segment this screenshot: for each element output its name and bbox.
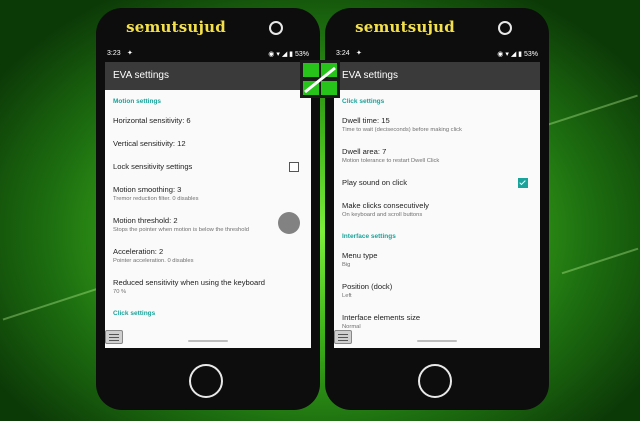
eye-icon: ◉ (497, 51, 504, 58)
gesture-bar (188, 340, 228, 342)
pref-lock-sensitivity[interactable]: Lock sensitivity settings (105, 155, 311, 178)
wifi-icon: ▾ (505, 51, 509, 58)
signal-icon: ◢ (281, 51, 288, 58)
twitter-icon: ✦ (356, 50, 362, 57)
status-right: ◉ ▾ ◢ ▮ 53% (268, 50, 309, 58)
lock-sensitivity-checkbox[interactable] (289, 161, 299, 172)
camera-icon (269, 21, 283, 35)
app-bar-title: EVA settings (105, 62, 311, 90)
battery-icon: ▮ (289, 51, 294, 58)
pref-title: Acceleration: 2 (113, 247, 164, 256)
home-button[interactable] (189, 364, 223, 398)
phone-right: semutsujud 3:24 ✦ ◉ ▾ ◢ ▮ 53% EVA settin… (325, 8, 549, 410)
settings-screen: EVA settings Motion settings Horizontal … (105, 62, 311, 348)
pref-make-clicks-consecutively[interactable]: Make clicks consecutively On keyboard an… (334, 194, 540, 225)
pref-title: Reduced sensitivity when using the keybo… (113, 278, 265, 287)
pointer-cursor-icon (278, 212, 300, 234)
background-streak (561, 247, 639, 275)
pref-play-sound-on-click[interactable]: Play sound on click (334, 171, 540, 194)
pref-summary: Left (342, 293, 352, 299)
pref-summary: Motion tolerance to restart Dwell Click (342, 158, 440, 164)
pref-summary: Time to wait (deciseconds) before making… (342, 127, 462, 133)
battery-percent: 53% (294, 51, 309, 58)
pref-title: Motion threshold: 2 (113, 216, 178, 225)
signal-icon: ◢ (510, 51, 517, 58)
home-button[interactable] (418, 364, 452, 398)
pref-summary: Stops the pointer when motion is below t… (113, 227, 249, 233)
background-streak (542, 94, 638, 128)
play-sound-checkbox[interactable] (518, 177, 528, 188)
pref-summary: Tremor reduction filter. 0 disables (113, 196, 199, 202)
pref-dwell-time[interactable]: Dwell time: 15 Time to wait (deciseconds… (334, 109, 540, 140)
pref-title: Vertical sensitivity: 12 (113, 139, 186, 148)
pref-title: Motion smoothing: 3 (113, 185, 182, 194)
status-right: ◉ ▾ ◢ ▮ 53% (497, 50, 538, 58)
pref-dwell-area[interactable]: Dwell area: 7 Motion tolerance to restar… (334, 140, 540, 171)
wifi-icon: ▾ (276, 51, 280, 58)
category-motion-settings: Motion settings (113, 98, 162, 105)
category-interface-settings: Interface settings (342, 233, 396, 240)
battery-icon: ▮ (518, 51, 523, 58)
pref-title: Position (dock) (342, 282, 393, 291)
pref-vertical-sensitivity[interactable]: Vertical sensitivity: 12 (105, 132, 311, 155)
pref-summary: Pointer acceleration. 0 disables (113, 258, 194, 264)
camera-icon (498, 21, 512, 35)
status-bar: 3:23 ✦ ◉ ▾ ◢ ▮ 53% (105, 46, 311, 62)
pref-title: Menu type (342, 251, 378, 260)
pref-title: Make clicks consecutively (342, 201, 429, 210)
settings-screen: EVA settings Click settings Dwell time: … (334, 62, 540, 348)
pref-title: Dwell time: 15 (342, 116, 390, 125)
pref-summary: Normal (342, 324, 361, 330)
pref-summary: On keyboard and scroll buttons (342, 212, 423, 218)
eye-icon: ◉ (268, 51, 275, 58)
pref-summary: Big (342, 262, 351, 268)
category-click-settings: Click settings (342, 98, 385, 105)
pref-reduced-sensitivity-keyboard[interactable]: Reduced sensitivity when using the keybo… (105, 271, 311, 302)
floating-menu-icon[interactable] (105, 330, 123, 344)
status-time: 3:23 (107, 50, 121, 57)
pref-menu-type[interactable]: Menu type Big (334, 244, 540, 275)
pref-title: Horizontal sensitivity: 6 (113, 116, 191, 125)
status-bar: 3:24 ✦ ◉ ▾ ◢ ▮ 53% (334, 46, 540, 62)
brand-watermark: semutsujud (355, 18, 455, 36)
pref-interface-elements-size[interactable]: Interface elements size Normal (334, 306, 540, 337)
floating-menu-icon[interactable] (334, 330, 352, 344)
battery-percent: 53% (523, 51, 538, 58)
pref-title: Lock sensitivity settings (113, 162, 193, 171)
pref-motion-smoothing[interactable]: Motion smoothing: 3 Tremor reduction fil… (105, 178, 311, 209)
category-click-settings: Click settings (113, 310, 156, 317)
twitter-icon: ✦ (127, 50, 133, 57)
logo-icon (300, 60, 340, 98)
pref-title: Dwell area: 7 (342, 147, 387, 156)
phone-left: semutsujud 3:23 ✦ ◉ ▾ ◢ ▮ 53% EVA settin… (96, 8, 320, 410)
gesture-bar (417, 340, 457, 342)
pref-horizontal-sensitivity[interactable]: Horizontal sensitivity: 6 (105, 109, 311, 132)
app-bar-title: EVA settings (334, 62, 540, 90)
pref-title: Interface elements size (342, 313, 421, 322)
pref-summary: 70 % (113, 289, 127, 295)
pref-position-dock[interactable]: Position (dock) Left (334, 275, 540, 306)
pref-title: Play sound on click (342, 178, 408, 187)
status-time: 3:24 (336, 50, 350, 57)
brand-watermark: semutsujud (126, 18, 226, 36)
pref-acceleration[interactable]: Acceleration: 2 Pointer acceleration. 0 … (105, 240, 311, 271)
